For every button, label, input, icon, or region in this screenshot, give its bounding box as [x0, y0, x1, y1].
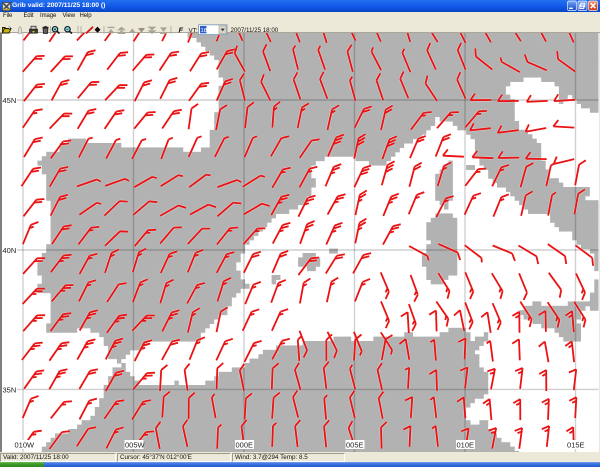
svg-text:45N: 45N: [3, 96, 17, 105]
svg-text:35N: 35N: [3, 385, 17, 394]
svg-text:010W: 010W: [15, 441, 36, 450]
svg-text:005W: 005W: [125, 441, 146, 450]
svg-text:010E: 010E: [457, 441, 475, 450]
svg-text:015E: 015E: [567, 441, 585, 450]
svg-text:VT:: VT:: [189, 27, 198, 34]
svg-text:40N: 40N: [3, 246, 17, 255]
svg-text:F: F: [179, 26, 184, 35]
svg-text:005E: 005E: [346, 441, 364, 450]
svg-text:000E: 000E: [236, 441, 254, 450]
svg-text:2007/11/25 18:00: 2007/11/25 18:00: [231, 27, 279, 34]
svg-text:18: 18: [201, 28, 207, 34]
